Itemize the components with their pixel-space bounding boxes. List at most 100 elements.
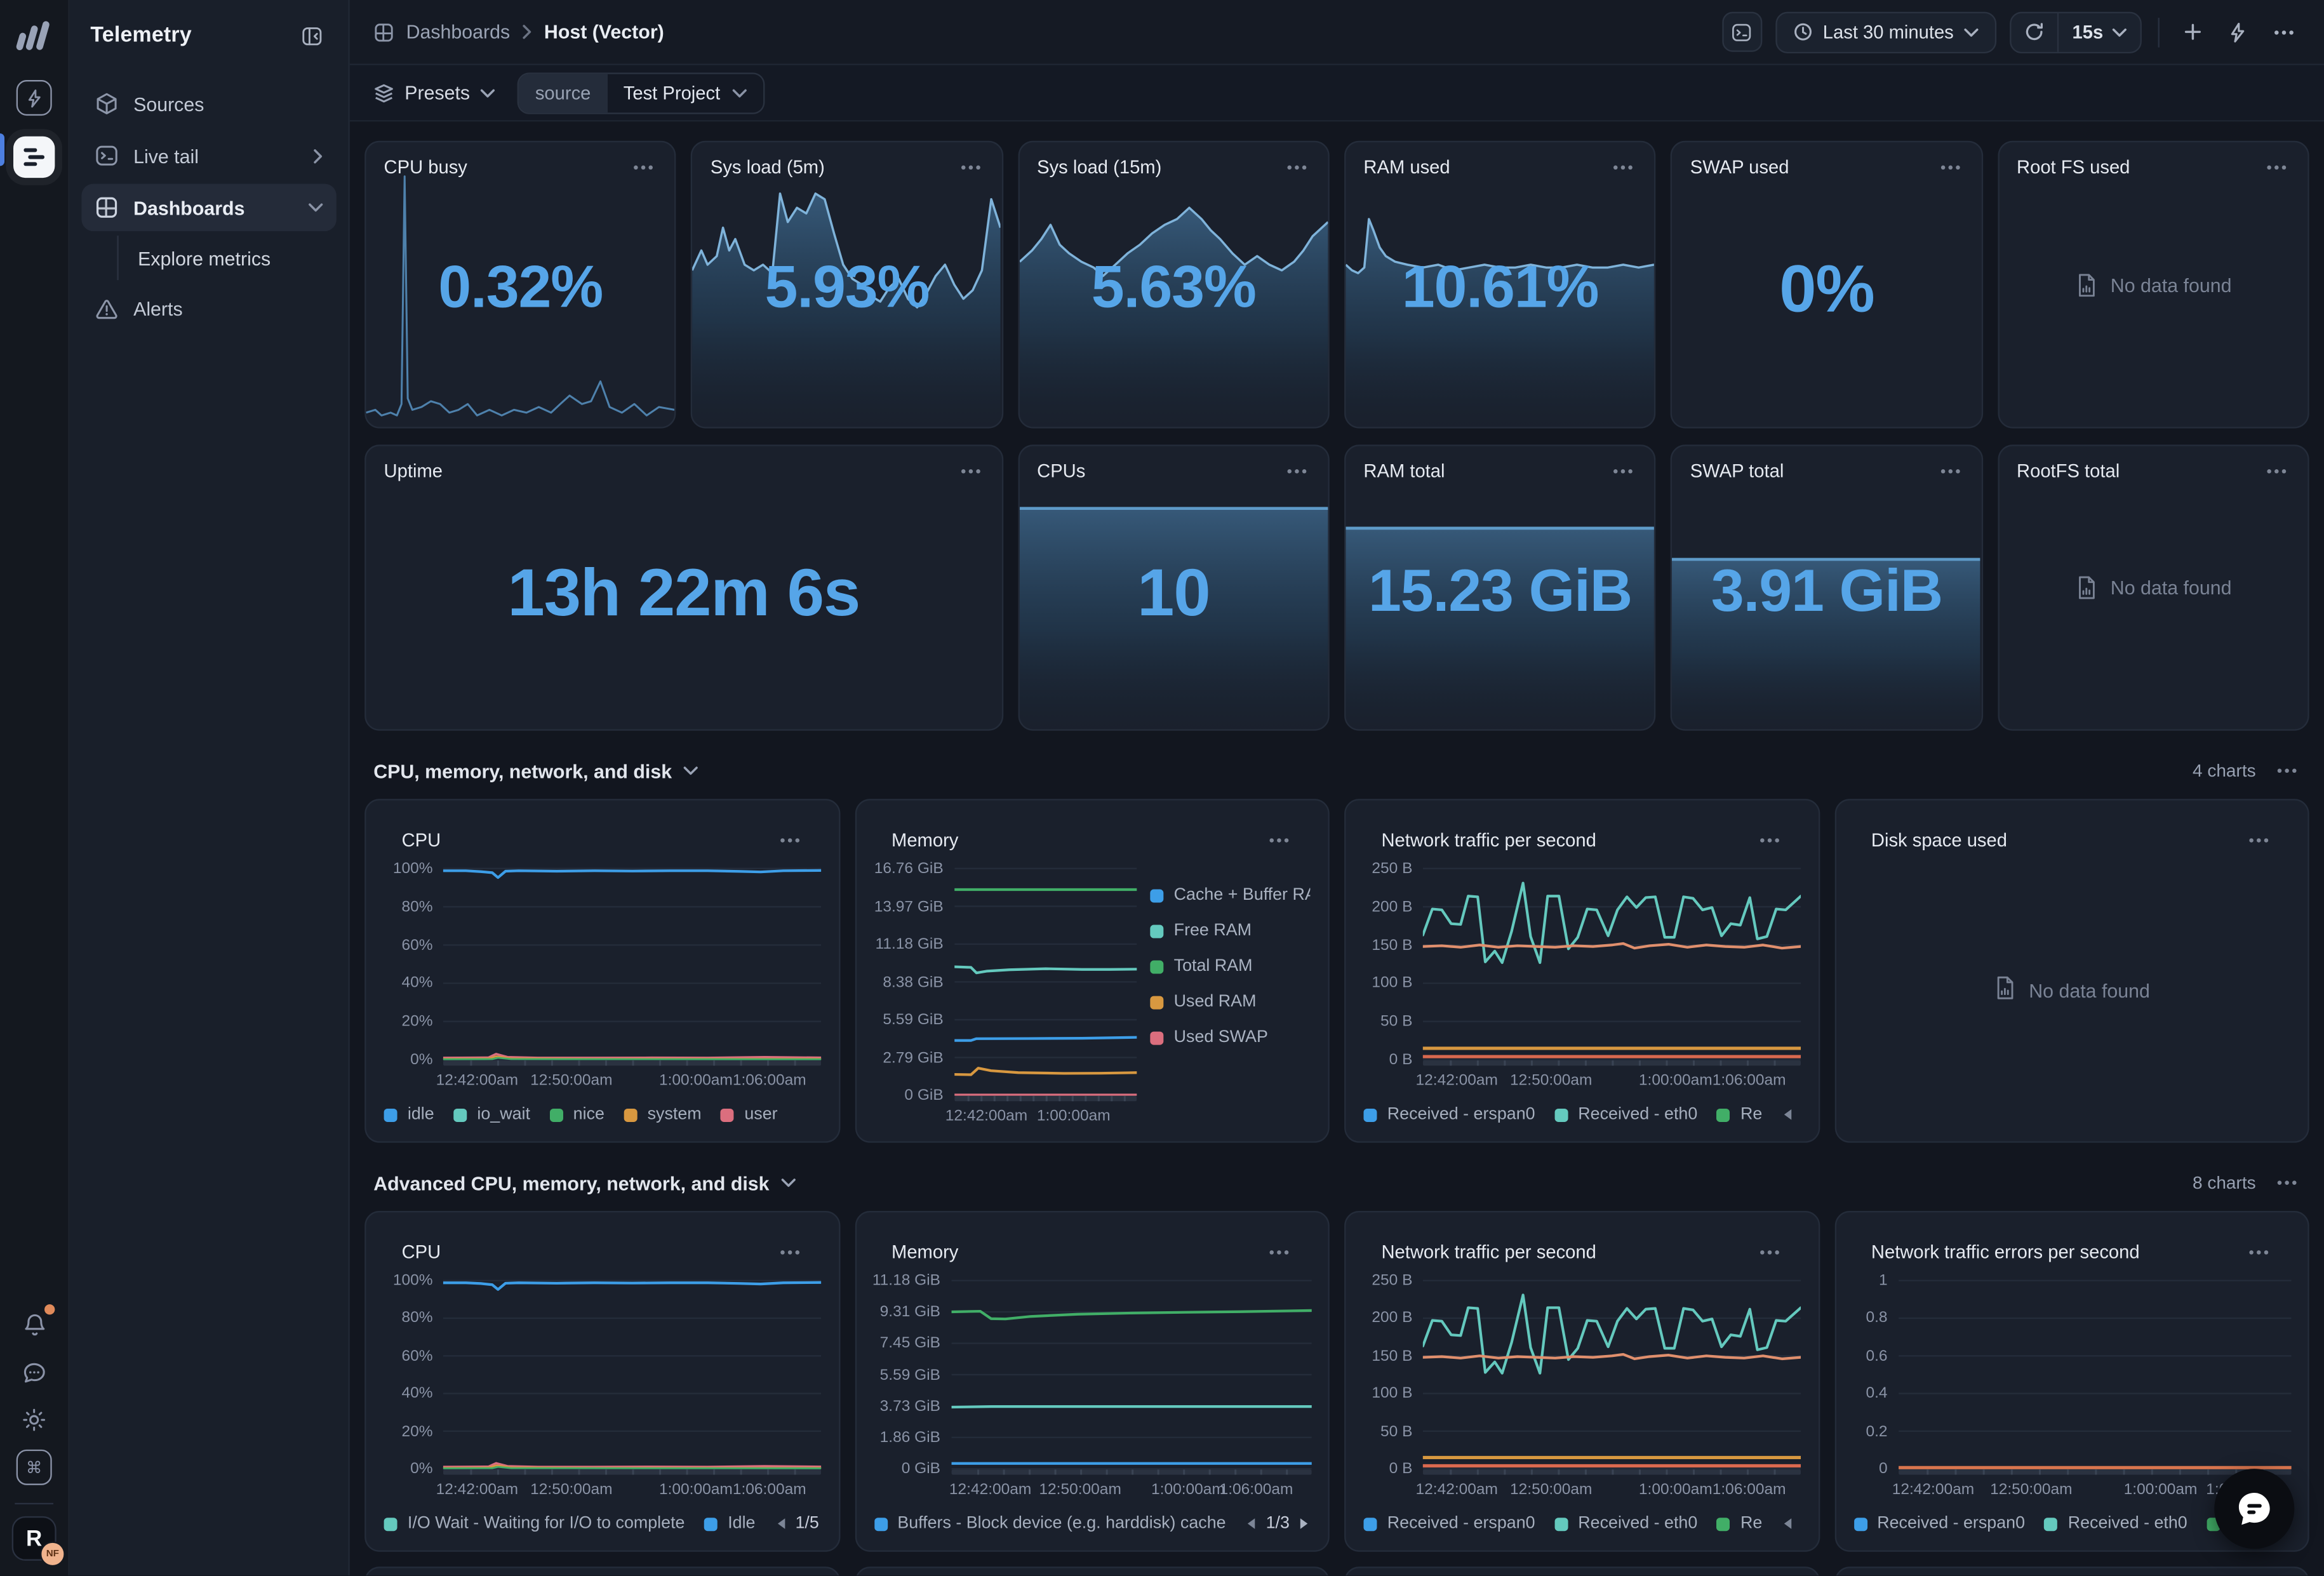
user-avatar[interactable]: R NF [12, 1516, 57, 1561]
chat-fab-button[interactable] [2214, 1469, 2294, 1549]
card-menu-icon[interactable] [957, 161, 984, 173]
sidebar-item-explore-metrics[interactable]: Explore metrics [117, 236, 336, 280]
legend-item[interactable]: I/O Wait - Waiting for I/O to complete [384, 1515, 685, 1533]
card-menu-icon[interactable] [2245, 834, 2272, 846]
stat-value: 10.61% [1346, 255, 1654, 322]
flash-app-icon[interactable] [15, 80, 53, 116]
telemetry-app-icon[interactable] [13, 137, 55, 178]
chart-plot [443, 1278, 820, 1476]
x-tick-label: 1:06:00am [1220, 1481, 1293, 1499]
legend-item[interactable]: Re [1717, 1105, 1763, 1123]
breadcrumb-dashboards[interactable]: Dashboards [406, 21, 511, 43]
legend-item[interactable]: Received - erspan0 [1363, 1515, 1535, 1533]
sidebar-collapse-icon[interactable] [295, 19, 328, 51]
refresh-interval-select[interactable]: 15s [2057, 13, 2140, 51]
legend-item[interactable]: Received - eth0 [1554, 1515, 1697, 1533]
card-menu-icon[interactable] [631, 161, 657, 173]
card-menu-icon[interactable] [2245, 1246, 2272, 1259]
y-tick-label: 5.59 GiB [880, 1366, 940, 1384]
x-axis: 12:42:00am1:00:00am [954, 1103, 1135, 1130]
card-menu-icon[interactable] [1266, 1246, 1292, 1259]
x-axis: 12:42:00am12:50:00am1:00:00am1:06:00am [1423, 1067, 1800, 1094]
legend-item[interactable]: Received - erspan0 [1853, 1515, 2025, 1533]
add-panel-button[interactable] [2176, 16, 2208, 48]
chat-feedback-icon[interactable] [15, 1354, 53, 1390]
more-options-button[interactable] [2267, 16, 2300, 48]
legend-item[interactable]: Received - eth0 [1554, 1105, 1697, 1123]
legend-item[interactable]: Buffers - Block device (e.g. harddisk) c… [874, 1515, 1226, 1533]
x-tick-label: 1:00:00am [1639, 1481, 1713, 1499]
card-menu-icon[interactable] [1283, 465, 1310, 477]
sidebar-item-alerts[interactable]: Alerts [81, 284, 336, 332]
card-title: Memory [892, 1242, 958, 1263]
y-tick-label: 0.8 [1866, 1309, 1887, 1327]
y-tick-label: 200 B [1372, 1309, 1412, 1327]
pagination-prev-icon[interactable] [1782, 1107, 1794, 1122]
y-tick-label: 13.97 GiB [874, 897, 944, 915]
chart-legend: idle io_wait nice system user [384, 1100, 820, 1130]
time-range-picker[interactable]: Last 30 minutes [1775, 11, 1996, 53]
theme-sun-icon[interactable] [15, 1402, 53, 1438]
section-header-advanced-cpu-memory-network-and-disk[interactable]: Advanced CPU, memory, network, and disk8… [373, 1162, 2300, 1203]
y-tick-label: 50 B [1380, 1422, 1412, 1440]
section-header-cpu-memory-network-and-disk[interactable]: CPU, memory, network, and disk4 charts [373, 750, 2300, 791]
card-menu-icon[interactable] [1756, 834, 1782, 846]
presets-dropdown[interactable]: Presets [373, 81, 495, 104]
legend-item[interactable]: Idle [704, 1515, 756, 1533]
legend-item[interactable]: Used RAM [1150, 993, 1310, 1011]
chevron-down-icon [480, 88, 495, 97]
notifications-bell-icon[interactable] [15, 1307, 53, 1343]
card-menu-icon[interactable] [1610, 465, 1637, 477]
stat-value: 5.63% [1019, 255, 1328, 322]
bolt-actions-button[interactable] [2222, 16, 2254, 48]
card-menu-icon[interactable] [1610, 161, 1637, 173]
sidebar-item-dashboards[interactable]: Dashboards [81, 184, 336, 231]
legend-item[interactable]: Cache + Buffer RAM [1150, 886, 1310, 904]
command-menu-icon[interactable]: ⌘ [15, 1450, 53, 1485]
card-menu-icon[interactable] [1937, 161, 1963, 173]
pagination-label: 1/5 [796, 1515, 819, 1533]
legend-item[interactable]: Received - erspan0 [1363, 1105, 1535, 1123]
card-menu-icon[interactable] [1756, 1246, 1782, 1259]
legend-item[interactable]: Total RAM [1150, 958, 1310, 975]
plot-wrap: 12:42:00am12:50:00am1:00:00am1:06:00am [443, 865, 820, 1093]
source-filter[interactable]: source Test Project [518, 72, 765, 113]
section-menu-icon[interactable] [2274, 765, 2301, 777]
refresh-interval-value: 15s [2073, 22, 2104, 43]
legend-item[interactable]: nice [549, 1105, 604, 1123]
pagination-next-icon[interactable] [1299, 1516, 1310, 1531]
filter-value: Test Project [624, 83, 720, 104]
sidebar-item-live-tail[interactable]: Live tail [81, 132, 336, 180]
chart-plot [954, 865, 1135, 1102]
brand-logo-icon[interactable] [15, 18, 53, 53]
no-data-file-icon [2075, 575, 2097, 601]
no-data-message: No data found [1999, 446, 2307, 730]
legend-pagination: 1/5 [775, 1515, 820, 1533]
legend-item[interactable]: system [624, 1105, 701, 1123]
legend-item[interactable]: Received - eth0 [2044, 1515, 2187, 1533]
pagination-prev-icon[interactable] [775, 1516, 787, 1531]
section-menu-icon[interactable] [2274, 1177, 2301, 1189]
legend-item[interactable]: user [721, 1105, 778, 1123]
card-menu-icon[interactable] [1283, 161, 1310, 173]
card-menu-icon[interactable] [1937, 465, 1963, 477]
legend-item[interactable]: Re [1717, 1515, 1763, 1533]
legend-item[interactable]: Used SWAP [1150, 1029, 1310, 1046]
panel-view-button[interactable] [1722, 12, 1762, 52]
card-menu-icon[interactable] [2263, 161, 2290, 173]
legend-item[interactable]: idle [384, 1105, 434, 1123]
legend-item[interactable]: Free RAM [1150, 922, 1310, 940]
card-menu-icon[interactable] [776, 834, 803, 846]
card-menu-icon[interactable] [1266, 834, 1292, 846]
pagination-prev-icon[interactable] [1782, 1516, 1794, 1531]
pagination-prev-icon[interactable] [1245, 1516, 1257, 1531]
next-row-partial [364, 1566, 2309, 1575]
card-menu-icon[interactable] [776, 1246, 803, 1259]
legend-item[interactable]: io_wait [453, 1105, 530, 1123]
sidebar: Telemetry Sources Live tail Dashboards E… [70, 0, 350, 1575]
card-menu-icon[interactable] [2263, 465, 2290, 477]
sidebar-item-sources[interactable]: Sources [81, 80, 336, 128]
refresh-button[interactable] [2012, 13, 2057, 51]
x-tick-label: 12:50:00am [1510, 1481, 1592, 1499]
card-menu-icon[interactable] [957, 465, 984, 477]
